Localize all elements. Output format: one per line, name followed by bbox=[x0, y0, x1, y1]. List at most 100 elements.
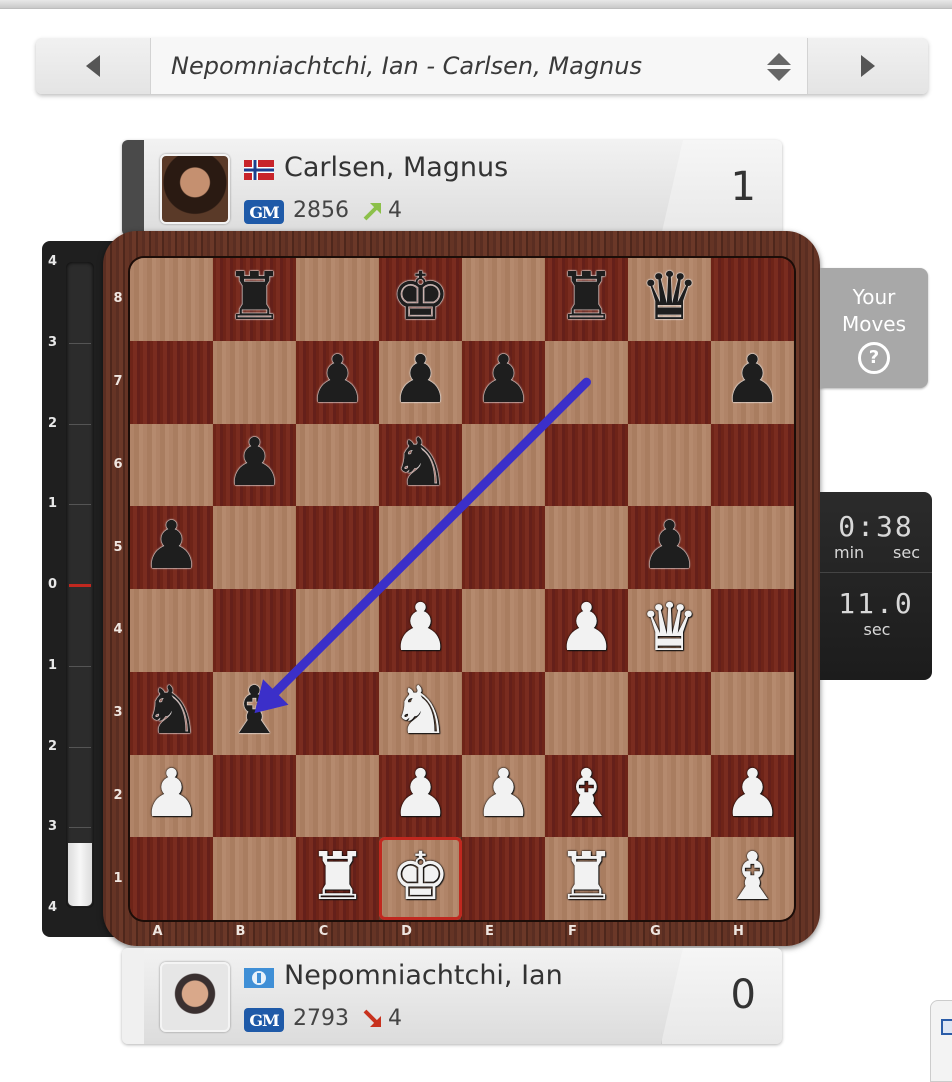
white-queen-piece[interactable]: ♛ bbox=[640, 595, 699, 661]
square-d3[interactable]: ♞ bbox=[379, 671, 462, 755]
black-pawn-piece[interactable]: ♟ bbox=[391, 347, 450, 413]
previous-game-button[interactable] bbox=[36, 38, 151, 94]
square-e6[interactable] bbox=[462, 423, 545, 507]
square-f3[interactable] bbox=[545, 671, 628, 755]
square-h3[interactable] bbox=[711, 671, 794, 755]
square-b3[interactable]: ♝ bbox=[213, 671, 296, 755]
square-c2[interactable] bbox=[296, 754, 379, 838]
black-king-piece[interactable]: ♚ bbox=[391, 264, 450, 330]
square-d7[interactable]: ♟ bbox=[379, 340, 462, 424]
black-pawn-piece[interactable]: ♟ bbox=[142, 512, 201, 579]
square-c7[interactable]: ♟ bbox=[296, 340, 379, 424]
white-pawn-piece[interactable]: ♟ bbox=[557, 595, 616, 661]
white-rook-piece[interactable]: ♜ bbox=[308, 843, 367, 910]
black-rook-piece[interactable]: ♜ bbox=[557, 264, 616, 330]
square-a4[interactable] bbox=[130, 589, 213, 672]
square-f6[interactable] bbox=[545, 423, 628, 507]
square-c5[interactable] bbox=[296, 506, 379, 589]
help-icon[interactable]: ? bbox=[858, 342, 890, 374]
white-knight-piece[interactable]: ♞ bbox=[391, 678, 450, 744]
black-pawn-piece[interactable]: ♟ bbox=[225, 429, 284, 496]
square-a7[interactable] bbox=[130, 340, 213, 424]
square-e8[interactable] bbox=[462, 258, 545, 341]
square-c8[interactable] bbox=[296, 258, 379, 341]
square-g6[interactable] bbox=[628, 423, 711, 507]
square-e3[interactable] bbox=[462, 671, 545, 755]
white-pawn-piece[interactable]: ♟ bbox=[474, 760, 533, 827]
square-c1[interactable]: ♜ bbox=[296, 837, 379, 920]
square-h8[interactable] bbox=[711, 258, 794, 341]
square-f7[interactable] bbox=[545, 340, 628, 424]
square-g8[interactable]: ♛ bbox=[628, 258, 711, 341]
black-pawn-piece[interactable]: ♟ bbox=[723, 347, 782, 413]
square-d6[interactable]: ♞ bbox=[379, 423, 462, 507]
square-h4[interactable] bbox=[711, 589, 794, 672]
white-pawn-piece[interactable]: ♟ bbox=[391, 760, 450, 827]
player-name[interactable]: Carlsen, Magnus bbox=[284, 152, 508, 183]
square-f8[interactable]: ♜ bbox=[545, 258, 628, 341]
white-bishop-piece[interactable]: ♝ bbox=[557, 760, 616, 827]
white-pawn-piece[interactable]: ♟ bbox=[391, 595, 450, 661]
your-moves-button[interactable]: Your Moves ? bbox=[820, 268, 928, 388]
square-e5[interactable] bbox=[462, 506, 545, 589]
game-select-dropdown[interactable]: Nepomniachtchi, Ian - Carlsen, Magnus bbox=[151, 38, 807, 94]
square-e1[interactable] bbox=[462, 837, 545, 920]
square-b8[interactable]: ♜ bbox=[213, 258, 296, 341]
square-b4[interactable] bbox=[213, 589, 296, 672]
square-h2[interactable]: ♟ bbox=[711, 754, 794, 838]
square-e4[interactable] bbox=[462, 589, 545, 672]
square-f2[interactable]: ♝ bbox=[545, 754, 628, 838]
black-pawn-piece[interactable]: ♟ bbox=[640, 512, 699, 579]
black-pawn-piece[interactable]: ♟ bbox=[474, 347, 533, 413]
square-d2[interactable]: ♟ bbox=[379, 754, 462, 838]
square-f5[interactable] bbox=[545, 506, 628, 589]
square-h5[interactable] bbox=[711, 506, 794, 589]
square-g3[interactable] bbox=[628, 671, 711, 755]
square-b1[interactable] bbox=[213, 837, 296, 920]
square-g2[interactable] bbox=[628, 754, 711, 838]
square-h7[interactable]: ♟ bbox=[711, 340, 794, 424]
black-knight-piece[interactable]: ♞ bbox=[391, 429, 450, 496]
square-d8[interactable]: ♚ bbox=[379, 258, 462, 341]
square-a6[interactable] bbox=[130, 423, 213, 507]
white-bishop-piece[interactable]: ♝ bbox=[723, 843, 782, 910]
black-pawn-piece[interactable]: ♟ bbox=[308, 347, 367, 413]
square-c4[interactable] bbox=[296, 589, 379, 672]
square-e2[interactable]: ♟ bbox=[462, 754, 545, 838]
square-b2[interactable] bbox=[213, 754, 296, 838]
square-g5[interactable]: ♟ bbox=[628, 506, 711, 589]
white-pawn-piece[interactable]: ♟ bbox=[142, 760, 201, 827]
black-queen-piece[interactable]: ♛ bbox=[640, 264, 699, 330]
square-b6[interactable]: ♟ bbox=[213, 423, 296, 507]
white-pawn-piece[interactable]: ♟ bbox=[723, 760, 782, 827]
white-rook-piece[interactable]: ♜ bbox=[557, 843, 616, 910]
square-a8[interactable] bbox=[130, 258, 213, 341]
square-a5[interactable]: ♟ bbox=[130, 506, 213, 589]
next-game-button[interactable] bbox=[807, 38, 928, 94]
square-d1[interactable]: ♚ bbox=[379, 837, 462, 920]
square-f1[interactable]: ♜ bbox=[545, 837, 628, 920]
square-e7[interactable]: ♟ bbox=[462, 340, 545, 424]
square-g4[interactable]: ♛ bbox=[628, 589, 711, 672]
player-name[interactable]: Nepomniachtchi, Ian bbox=[284, 960, 563, 991]
black-knight-piece[interactable]: ♞ bbox=[142, 678, 201, 744]
square-g7[interactable] bbox=[628, 340, 711, 424]
square-h6[interactable] bbox=[711, 423, 794, 507]
square-a3[interactable]: ♞ bbox=[130, 671, 213, 755]
black-rook-piece[interactable]: ♜ bbox=[225, 264, 284, 330]
square-d5[interactable] bbox=[379, 506, 462, 589]
chess-board[interactable]: ♜ ♚ ♜ ♛ ♟ ♟ ♟ ♟ ♟ ♞ ♟ ♟ ♟ ♟ ♛ ♞ ♝ ♞ ♟ ♟ ♟ ♝ ♟ ♜ ♚ ♜ ♝ bbox=[130, 258, 794, 920]
square-f4[interactable]: ♟ bbox=[545, 589, 628, 672]
square-b7[interactable] bbox=[213, 340, 296, 424]
white-king-piece[interactable]: ♚ bbox=[391, 843, 450, 910]
square-c3[interactable] bbox=[296, 671, 379, 755]
square-b5[interactable] bbox=[213, 506, 296, 589]
trend-value: 4 bbox=[388, 198, 402, 223]
square-d4[interactable]: ♟ bbox=[379, 589, 462, 672]
square-a1[interactable] bbox=[130, 837, 213, 920]
square-a2[interactable]: ♟ bbox=[130, 754, 213, 838]
square-h1[interactable]: ♝ bbox=[711, 837, 794, 920]
black-bishop-piece[interactable]: ♝ bbox=[225, 678, 284, 744]
square-c6[interactable] bbox=[296, 423, 379, 507]
square-g1[interactable] bbox=[628, 837, 711, 920]
